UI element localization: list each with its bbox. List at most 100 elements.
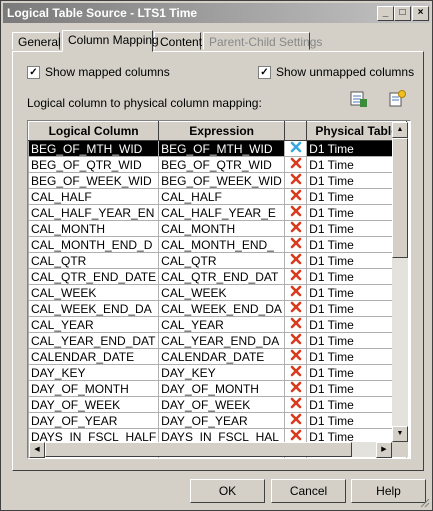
table-row[interactable]: CAL_WEEK CAL_WEEK D1 Time — [28, 284, 408, 301]
expression-cell[interactable]: CAL_QTR — [158, 252, 286, 269]
expression-cell[interactable]: CAL_HALF — [158, 188, 286, 205]
logical-column-cell[interactable]: CALENDAR_DATE — [28, 348, 160, 365]
table-row[interactable]: BEG_OF_QTR_WID BEG_OF_QTR_WID D1 Time — [28, 156, 408, 173]
header-delete[interactable] — [284, 121, 308, 141]
expression-cell[interactable]: CAL_MONTH_END_ — [158, 236, 286, 253]
logical-column-cell[interactable]: CAL_YEAR — [28, 316, 160, 333]
vertical-scroll-thumb[interactable] — [392, 138, 408, 258]
delete-mapping-cell[interactable] — [284, 204, 308, 221]
delete-x-icon[interactable] — [290, 141, 302, 153]
mapping-grid[interactable]: Logical Column Expression Physical Table… — [27, 120, 411, 459]
delete-x-icon[interactable] — [290, 381, 302, 393]
expression-cell[interactable]: BEG_OF_QTR_WID — [158, 156, 286, 173]
logical-column-cell[interactable]: DAY_KEY — [28, 364, 160, 381]
logical-column-cell[interactable]: BEG_OF_MTH_WID — [28, 140, 160, 157]
logical-column-cell[interactable]: DAY_OF_WEEK — [28, 396, 160, 413]
logical-column-cell[interactable]: CAL_WEEK_END_DA — [28, 300, 160, 317]
expression-cell[interactable]: CAL_YEAR_END_DA — [158, 332, 286, 349]
delete-mapping-cell[interactable] — [284, 268, 308, 285]
minimize-button[interactable]: _ — [377, 6, 394, 21]
delete-x-icon[interactable] — [290, 397, 302, 409]
delete-x-icon[interactable] — [290, 285, 302, 297]
scroll-right-button[interactable]: ▶ — [376, 442, 392, 458]
close-button[interactable]: × — [412, 6, 429, 21]
resize-grip-icon[interactable] — [418, 496, 430, 508]
expression-cell[interactable]: BEG_OF_WEEK_WID — [158, 172, 286, 189]
table-row[interactable]: DAY_KEY DAY_KEY D1 Time — [28, 364, 408, 381]
expression-builder-icon[interactable] — [350, 90, 368, 108]
table-row[interactable]: CAL_HALF CAL_HALF D1 Time — [28, 188, 408, 205]
delete-x-icon[interactable] — [290, 413, 302, 425]
show-mapped-checkbox[interactable]: ✓ Show mapped columns — [27, 65, 170, 79]
logical-column-cell[interactable]: CAL_YEAR_END_DAT — [28, 332, 160, 349]
table-row[interactable]: CAL_MONTH_END_D CAL_MONTH_END_ D1 Time — [28, 236, 408, 253]
expression-cell[interactable]: CAL_WEEK — [158, 284, 286, 301]
scroll-left-button[interactable]: ◀ — [29, 442, 45, 458]
delete-mapping-cell[interactable] — [284, 316, 308, 333]
cancel-button[interactable]: Cancel — [271, 479, 346, 503]
delete-x-icon[interactable] — [290, 301, 302, 313]
delete-x-icon[interactable] — [290, 189, 302, 201]
delete-x-icon[interactable] — [290, 429, 302, 441]
delete-x-icon[interactable] — [290, 269, 302, 281]
delete-mapping-cell[interactable] — [284, 364, 308, 381]
table-row[interactable]: CALENDAR_DATE CALENDAR_DATE D1 Time — [28, 348, 408, 365]
delete-mapping-cell[interactable] — [284, 172, 308, 189]
table-row[interactable]: DAY_OF_MONTH DAY_OF_MONTH D1 Time — [28, 380, 408, 397]
delete-mapping-cell[interactable] — [284, 140, 308, 157]
table-row[interactable]: CAL_HALF_YEAR_EN CAL_HALF_YEAR_E D1 Time — [28, 204, 408, 221]
show-unmapped-checkbox[interactable]: ✓ Show unmapped columns — [258, 65, 414, 79]
logical-column-cell[interactable]: CAL_MONTH_END_D — [28, 236, 160, 253]
expression-cell[interactable]: CAL_HALF_YEAR_E — [158, 204, 286, 221]
table-row[interactable]: CAL_WEEK_END_DA CAL_WEEK_END_DA D1 Time — [28, 300, 408, 317]
logical-column-cell[interactable]: BEG_OF_QTR_WID — [28, 156, 160, 173]
logical-column-cell[interactable]: CAL_HALF_YEAR_EN — [28, 204, 160, 221]
delete-x-icon[interactable] — [290, 333, 302, 345]
delete-x-icon[interactable] — [290, 173, 302, 185]
logical-column-cell[interactable]: CAL_WEEK — [28, 284, 160, 301]
title-bar[interactable]: Logical Table Source - LTS1 Time _ □ × — [3, 3, 430, 23]
logical-column-cell[interactable]: DAY_OF_MONTH — [28, 380, 160, 397]
expression-cell[interactable]: DAY_OF_WEEK — [158, 396, 286, 413]
delete-x-icon[interactable] — [290, 253, 302, 265]
logical-column-cell[interactable]: BEG_OF_WEEK_WID — [28, 172, 160, 189]
delete-mapping-cell[interactable] — [284, 188, 308, 205]
new-mapping-icon[interactable] — [388, 90, 406, 108]
expression-cell[interactable]: CAL_WEEK_END_DA — [158, 300, 286, 317]
delete-x-icon[interactable] — [290, 365, 302, 377]
tab-content[interactable]: Content — [154, 32, 202, 50]
logical-column-cell[interactable]: CAL_HALF — [28, 188, 160, 205]
expression-cell[interactable]: CAL_QTR_END_DAT — [158, 268, 286, 285]
maximize-button[interactable]: □ — [394, 6, 411, 21]
table-row[interactable]: BEG_OF_WEEK_WID BEG_OF_WEEK_WID D1 Time — [28, 172, 408, 189]
logical-column-cell[interactable]: CAL_QTR — [28, 252, 160, 269]
delete-x-icon[interactable] — [290, 237, 302, 249]
logical-column-cell[interactable]: CAL_QTR_END_DATE — [28, 268, 160, 285]
table-row[interactable]: CAL_YEAR CAL_YEAR D1 Time — [28, 316, 408, 333]
delete-mapping-cell[interactable] — [284, 332, 308, 349]
expression-cell[interactable]: DAY_OF_YEAR — [158, 412, 286, 429]
delete-x-icon[interactable] — [290, 349, 302, 361]
tab-column-mapping[interactable]: Column Mapping — [62, 30, 159, 52]
delete-x-icon[interactable] — [290, 157, 302, 169]
delete-mapping-cell[interactable] — [284, 300, 308, 317]
delete-x-icon[interactable] — [290, 221, 302, 233]
table-row[interactable]: CAL_YEAR_END_DAT CAL_YEAR_END_DA D1 Time — [28, 332, 408, 349]
delete-mapping-cell[interactable] — [284, 220, 308, 237]
table-row[interactable]: CAL_QTR_END_DATE CAL_QTR_END_DAT D1 Time — [28, 268, 408, 285]
expression-cell[interactable]: CALENDAR_DATE — [158, 348, 286, 365]
tab-general[interactable]: General — [12, 32, 61, 50]
delete-mapping-cell[interactable] — [284, 348, 308, 365]
delete-mapping-cell[interactable] — [284, 284, 308, 301]
header-logical-column[interactable]: Logical Column — [28, 121, 160, 141]
logical-column-cell[interactable]: DAY_OF_YEAR — [28, 412, 160, 429]
expression-cell[interactable]: DAY_KEY — [158, 364, 286, 381]
table-row[interactable]: BEG_OF_MTH_WID BEG_OF_MTH_WID D1 Time — [28, 140, 408, 157]
delete-x-icon[interactable] — [290, 317, 302, 329]
delete-mapping-cell[interactable] — [284, 236, 308, 253]
horizontal-scroll-thumb[interactable] — [45, 442, 352, 457]
table-row[interactable]: DAY_OF_YEAR DAY_OF_YEAR D1 Time — [28, 412, 408, 429]
expression-cell[interactable]: BEG_OF_MTH_WID — [158, 140, 286, 157]
vertical-scrollbar[interactable]: ▲ ▼ — [392, 122, 408, 442]
header-expression[interactable]: Expression — [158, 121, 286, 141]
